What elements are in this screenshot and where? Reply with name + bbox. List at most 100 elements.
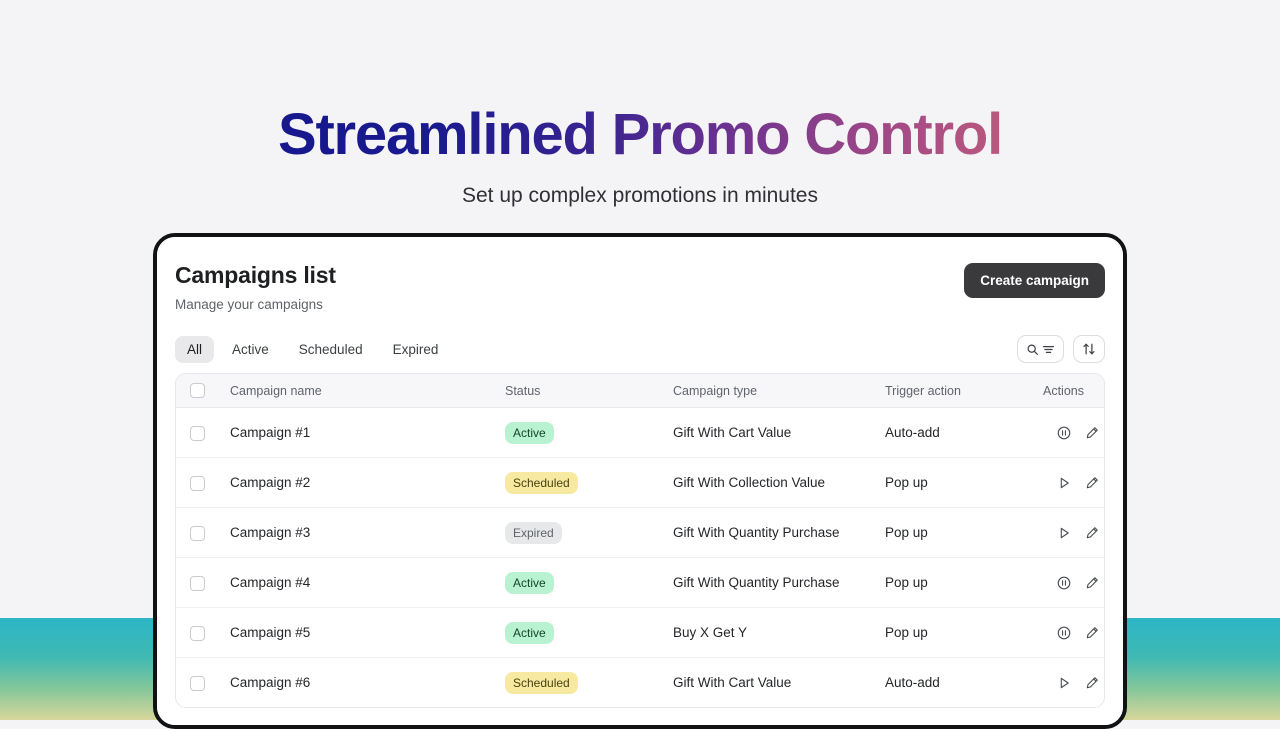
select-all-checkbox[interactable] (190, 383, 205, 399)
decor-band-left (0, 618, 160, 720)
edit-icon (1084, 425, 1100, 441)
toggle-campaign-button[interactable] (1056, 575, 1072, 591)
cell-trigger-action: Auto-add (885, 675, 940, 691)
row-action-group (1043, 475, 1104, 491)
tab-active[interactable]: Active (220, 336, 281, 363)
table-tools (1017, 335, 1105, 363)
edit-campaign-button[interactable] (1084, 625, 1100, 641)
row-checkbox[interactable] (190, 675, 205, 691)
edit-icon (1084, 675, 1100, 691)
table-row[interactable]: Campaign #4 Active Gift With Quantity Purc… (176, 557, 1104, 609)
cell-actions (1043, 407, 1104, 459)
cell-trigger-action: Pop up (885, 457, 1043, 509)
tab-all[interactable]: All (175, 335, 215, 363)
row-select-cell (176, 507, 230, 559)
row-checkbox[interactable] (190, 425, 205, 441)
header-status[interactable]: Status (505, 374, 673, 409)
search-icon (1026, 343, 1039, 356)
cell-status: Active (505, 557, 673, 609)
row-checkbox[interactable] (190, 475, 205, 491)
row-action-group (1043, 675, 1104, 691)
table-header-row: Campaign name Status Campaign type Trigg… (176, 374, 1104, 409)
campaigns-list-subtitle: Manage your campaigns (175, 297, 323, 312)
cell-campaign-name[interactable]: Campaign #1 (230, 407, 505, 459)
select-all-header (176, 374, 230, 409)
header-actions: Actions (1043, 374, 1104, 409)
play-icon (1056, 475, 1072, 491)
cell-trigger-action: Pop up (885, 507, 1043, 559)
card-header: Campaigns list Manage your campaigns Cre… (175, 237, 1105, 313)
tab-expired[interactable]: Expired (381, 336, 451, 363)
cell-campaign-type: Gift With Quantity Purchase (673, 507, 885, 559)
toggle-campaign-button[interactable] (1056, 625, 1072, 641)
app-window-frame: Campaigns list Manage your campaigns Cre… (153, 233, 1127, 729)
cell-status: Scheduled (505, 457, 673, 509)
decor-band-right (1120, 618, 1280, 720)
table-row[interactable]: Campaign #1 Active Gift With Cart Value Aut… (176, 407, 1104, 459)
header-trigger-action[interactable]: Trigger action (885, 374, 1043, 409)
filter-lines-icon (1042, 343, 1055, 356)
play-icon (1056, 675, 1072, 691)
cell-status: Scheduled (505, 658, 673, 707)
pause-circle-icon (1056, 625, 1072, 641)
row-select-cell (176, 557, 230, 609)
cell-campaign-type: Buy X Get Y (673, 607, 885, 659)
cell-campaign-name[interactable]: Campaign #4 (230, 557, 505, 609)
create-campaign-button[interactable]: Create campaign (964, 263, 1105, 298)
sort-arrows-icon (1082, 342, 1096, 356)
row-select-cell (176, 407, 230, 459)
toggle-campaign-button[interactable] (1056, 425, 1072, 441)
app-window-content: Campaigns list Manage your campaigns Cre… (157, 237, 1123, 725)
cell-actions (1043, 507, 1104, 559)
play-icon (1056, 525, 1072, 541)
edit-campaign-button[interactable] (1084, 575, 1100, 591)
cell-campaign-name[interactable]: Campaign #3 (230, 507, 505, 559)
edit-campaign-button[interactable] (1084, 675, 1100, 691)
tab-scheduled[interactable]: Scheduled (287, 336, 375, 363)
cell-campaign-type: Gift With Cart Value (673, 675, 792, 691)
search-filter-button[interactable] (1017, 335, 1064, 363)
header-campaign-name[interactable]: Campaign name (230, 374, 505, 409)
cell-campaign-name[interactable]: Campaign #2 (230, 457, 505, 509)
table-row[interactable]: Campaign #3 Expired Gift With Quantity Pur… (176, 507, 1104, 559)
status-badge: Active (505, 621, 554, 644)
cell-campaign-name[interactable]: Campaign #6 (230, 658, 505, 707)
row-select-cell (176, 457, 230, 509)
table-header: Campaign name Status Campaign type Trigg… (176, 374, 1104, 409)
edit-campaign-button[interactable] (1084, 525, 1100, 541)
header-campaign-type[interactable]: Campaign type (673, 374, 885, 409)
sort-button[interactable] (1073, 335, 1105, 363)
table-row[interactable]: Campaign #5 Active Buy X Get Y Pop up (176, 607, 1104, 659)
pause-circle-icon (1056, 575, 1072, 591)
row-checkbox[interactable] (190, 575, 205, 591)
edit-icon (1084, 475, 1100, 491)
toggle-campaign-button[interactable] (1056, 525, 1072, 541)
status-badge: Scheduled (505, 471, 578, 494)
status-badge: Active (505, 571, 554, 594)
status-badge: Expired (505, 521, 562, 544)
row-checkbox[interactable] (190, 625, 205, 641)
filter-tabs: All Active Scheduled Expired (175, 335, 451, 363)
edit-campaign-button[interactable] (1084, 475, 1100, 491)
cell-status: Active (505, 407, 673, 459)
cell-status: Expired (505, 507, 673, 559)
row-checkbox[interactable] (190, 525, 205, 541)
cell-actions (1043, 607, 1104, 659)
table-row[interactable]: Campaign #6 Scheduled Gift With Cart Value… (176, 658, 1104, 707)
edit-icon (1084, 575, 1100, 591)
edit-icon (1084, 625, 1100, 641)
cell-actions (1043, 658, 1104, 707)
toggle-campaign-button[interactable] (1056, 675, 1072, 691)
hero-section: Streamlined Promo Control Set up complex… (0, 0, 1280, 232)
campaigns-table: Campaign name Status Campaign type Trigg… (176, 374, 1104, 707)
cell-campaign-name[interactable]: Campaign #5 (230, 607, 505, 659)
row-action-group (1043, 525, 1104, 541)
toggle-campaign-button[interactable] (1056, 475, 1072, 491)
campaigns-list-title: Campaigns list (175, 262, 336, 288)
cell-actions (1043, 557, 1104, 609)
table-row[interactable]: Campaign #2 Scheduled Gift With Collection… (176, 457, 1104, 509)
cell-actions (1043, 457, 1104, 509)
page-title: Streamlined Promo Control (0, 0, 1280, 166)
row-action-group (1043, 625, 1104, 641)
edit-campaign-button[interactable] (1084, 425, 1100, 441)
